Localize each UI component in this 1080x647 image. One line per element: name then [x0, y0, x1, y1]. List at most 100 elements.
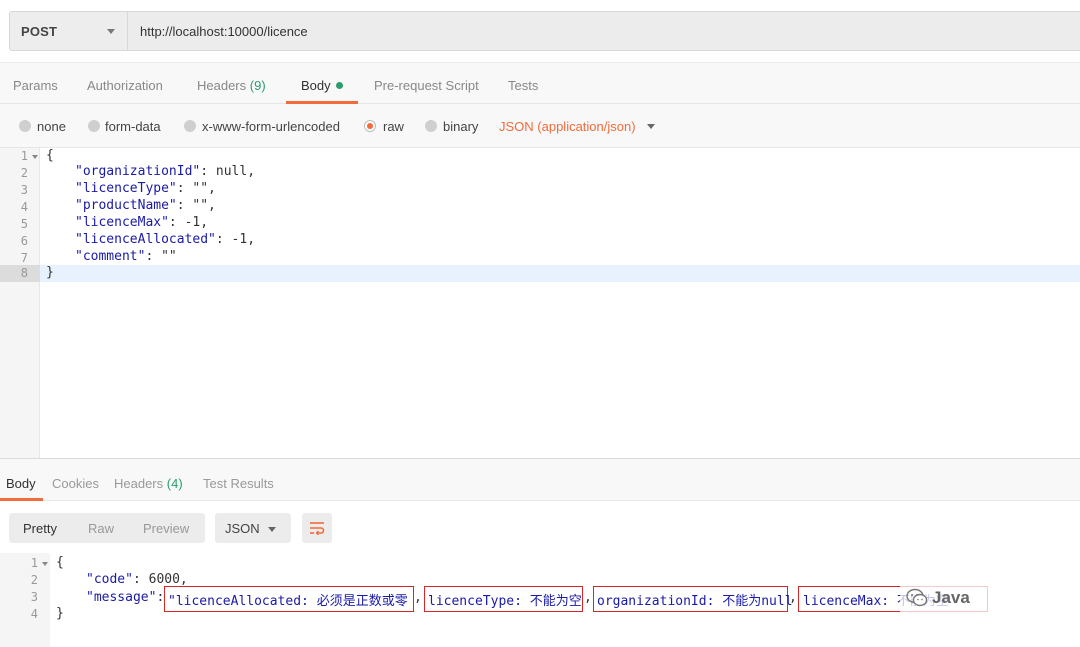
message-segment: licenceType: 不能为空: [428, 594, 582, 609]
tab-body[interactable]: Body: [301, 78, 343, 93]
code-line: "code": 6000,: [86, 572, 188, 587]
json-value: : "",: [176, 181, 216, 196]
fold-arrow-icon[interactable]: [42, 562, 48, 566]
tab-params[interactable]: Params: [13, 78, 58, 93]
radio-label: form-data: [105, 119, 161, 134]
code-line: {: [56, 555, 64, 570]
resp-tab-cookies[interactable]: Cookies: [52, 476, 99, 491]
wrap-lines-button[interactable]: [302, 513, 332, 543]
fold-arrow-icon[interactable]: [32, 155, 38, 159]
url-bar: POST http://localhost:10000/licence: [0, 0, 1080, 62]
line-number: 1: [20, 149, 28, 163]
wechat-logo-icon: [906, 588, 928, 607]
json-value: : "",: [176, 198, 216, 213]
radio-form-data[interactable]: [88, 120, 100, 132]
line-number: 1: [30, 556, 38, 570]
view-mode-segmented: Pretty Raw Preview: [9, 513, 205, 543]
tab-label: Authorization: [87, 78, 163, 93]
resp-tab-headers[interactable]: Headers (4): [114, 476, 183, 491]
line-number: 8: [20, 266, 28, 280]
modified-dot-icon: [335, 82, 343, 89]
radio-label: x-www-form-urlencoded: [202, 119, 340, 134]
tab-headers[interactable]: Headers (9): [197, 78, 266, 93]
view-pretty-button[interactable]: Pretty: [23, 521, 57, 536]
watermark: Java: [900, 581, 990, 615]
view-raw-button[interactable]: Raw: [88, 521, 114, 536]
radio-urlencoded[interactable]: [184, 120, 196, 132]
comma: ,: [584, 590, 592, 605]
current-line-highlight: [0, 265, 1080, 282]
line-number: 2: [20, 166, 28, 180]
radio-binary[interactable]: [425, 120, 437, 132]
format-label: JSON: [225, 521, 260, 536]
json-key: "licenceMax": [75, 215, 169, 230]
comma: ,: [414, 590, 422, 605]
code-line: }: [46, 265, 54, 280]
tab-authorization[interactable]: Authorization: [87, 78, 163, 93]
tab-label: Headers: [114, 476, 164, 491]
radio-label: raw: [383, 119, 404, 134]
chevron-down-icon: [107, 29, 115, 34]
method-label: POST: [21, 24, 58, 39]
tab-label: Headers: [197, 78, 247, 93]
wrap-lines-icon: [310, 522, 325, 535]
code-line: "comment": "": [75, 249, 177, 264]
radio-raw[interactable]: [364, 120, 376, 132]
radio-none[interactable]: [19, 120, 31, 132]
json-value: : null,: [200, 164, 256, 179]
tab-tests[interactable]: Tests: [508, 78, 538, 93]
line-number: 2: [30, 573, 38, 587]
code-line: {: [46, 148, 54, 163]
chevron-down-icon[interactable]: [647, 124, 655, 129]
code-line: "organizationId": null,: [75, 164, 255, 179]
line-number: 3: [20, 183, 28, 197]
json-key: "licenceAllocated": [75, 232, 216, 247]
json-key: "organizationId": [75, 164, 201, 179]
code-line: "licenceMax": -1,: [75, 215, 208, 230]
line-number: 7: [20, 251, 28, 265]
url-text: http://localhost:10000/licence: [140, 24, 308, 39]
line-number: 6: [20, 234, 28, 248]
response-toolbar: Pretty Raw Preview JSON: [0, 501, 1080, 553]
body-format-select[interactable]: JSON (application/json): [499, 119, 636, 134]
radio-label: binary: [443, 119, 479, 134]
json-key: "comment": [75, 249, 146, 264]
json-value: : -1,: [215, 232, 256, 247]
tab-pre-request-script[interactable]: Pre-request Script: [374, 78, 479, 93]
chevron-down-icon: [268, 527, 276, 532]
headers-count: (9): [249, 78, 266, 93]
resp-tab-test-results[interactable]: Test Results: [203, 476, 274, 491]
comma: ,: [789, 590, 797, 605]
json-key: "licenceType": [75, 181, 177, 196]
message-segment: organizationId: 不能为null: [597, 594, 793, 609]
json-key: "productName": [75, 198, 177, 213]
code-line: "message":: [86, 590, 172, 605]
tab-label: Pre-request Script: [374, 78, 479, 93]
radio-label: none: [37, 119, 66, 134]
json-value: : 6000,: [132, 572, 188, 587]
resp-tab-body[interactable]: Body: [6, 476, 36, 491]
tab-label: Body: [301, 78, 331, 93]
code-line: "productName": "",: [75, 198, 216, 213]
request-body-editor[interactable]: 1 2 3 4 5 6 7 8 { "organizationId": null…: [0, 148, 1080, 458]
code-line: "licenceType": "",: [75, 181, 216, 196]
watermark-text: Java: [932, 588, 970, 607]
headers-count: (4): [166, 476, 183, 491]
view-preview-button[interactable]: Preview: [143, 521, 189, 536]
code-line: "licenceAllocated": -1,: [75, 232, 255, 247]
method-select[interactable]: POST: [9, 11, 128, 51]
json-key: "message": [86, 590, 157, 605]
tab-label: Tests: [508, 78, 539, 93]
line-number: 4: [30, 607, 38, 621]
code-line: }: [56, 606, 64, 621]
json-value: : "": [145, 249, 177, 264]
body-type-selector: none form-data x-www-form-urlencoded raw…: [0, 104, 1080, 148]
line-number: 4: [20, 200, 28, 214]
json-key: "code": [86, 572, 133, 587]
response-format-select[interactable]: JSON: [215, 513, 291, 543]
request-tabs: Params Authorization Headers (9) Body Pr…: [0, 62, 1080, 104]
message-segment: "licenceAllocated: 必须是正数或零: [168, 594, 408, 609]
tab-label: Params: [13, 78, 58, 93]
response-body-viewer[interactable]: 1 2 3 4 { "code": 6000, "message": "lice…: [0, 553, 1080, 647]
url-input[interactable]: http://localhost:10000/licence: [128, 11, 1080, 51]
